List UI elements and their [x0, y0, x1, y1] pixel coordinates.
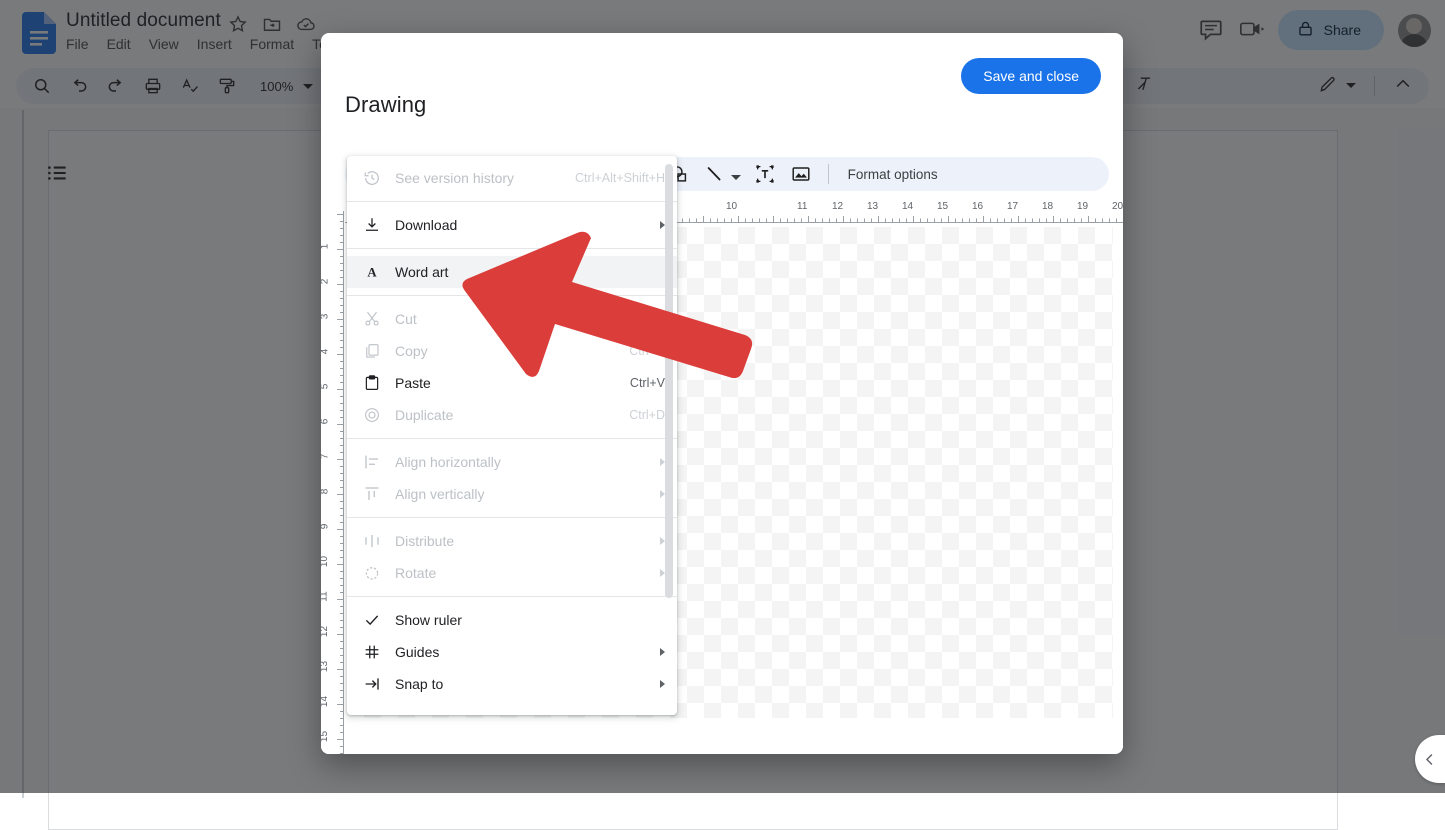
- ruler-tick-20: 20: [1112, 201, 1123, 212]
- vruler-tick-14: 14: [321, 696, 330, 707]
- history-icon: [363, 169, 381, 187]
- menu-item-label: Show ruler: [395, 612, 665, 628]
- submenu-arrow-icon: [660, 648, 665, 656]
- ruler-tick-13: 13: [867, 201, 878, 212]
- line-icon[interactable]: [704, 163, 726, 185]
- toolbar-divider-3: [828, 164, 829, 184]
- word-art-icon: A: [363, 263, 381, 281]
- vruler-tick-11: 11: [321, 591, 330, 601]
- menu-item-label: Copy: [395, 343, 615, 359]
- vruler-tick-3: 3: [321, 314, 330, 320]
- menu-scrollbar[interactable]: [665, 164, 673, 598]
- menu-item-label: Snap to: [395, 676, 648, 692]
- copy-icon: [363, 342, 381, 360]
- image-icon[interactable]: [790, 163, 812, 185]
- vruler-tick-2: 2: [321, 279, 330, 285]
- text-box-icon[interactable]: [754, 163, 776, 185]
- vruler-tick-13: 13: [321, 661, 330, 672]
- menu-item-label: Download: [395, 217, 648, 233]
- align-vertical-icon: [363, 485, 381, 503]
- menu-item-cut: Cut Ctrl+X: [347, 303, 677, 335]
- ruler-tick-18: 18: [1042, 201, 1053, 212]
- vruler-tick-9: 9: [321, 524, 330, 530]
- format-options-button[interactable]: Format options: [848, 167, 938, 182]
- menu-item-shortcut: Ctrl+Alt+Shift+H: [575, 171, 665, 185]
- menu-item-label: Align vertically: [395, 486, 648, 502]
- guides-icon: [363, 643, 381, 661]
- rotate-icon: [363, 564, 381, 582]
- menu-item-label: Rotate: [395, 565, 648, 581]
- vruler-tick-7: 7: [321, 454, 330, 460]
- align-horizontal-icon: [363, 453, 381, 471]
- vertical-ruler: 1 2 3 4 5 6 7 8 9 10 11 12 13 14 15: [321, 211, 345, 754]
- menu-item-show-ruler[interactable]: Show ruler: [347, 604, 677, 636]
- menu-separator: [347, 438, 677, 439]
- menu-separator: [347, 201, 677, 202]
- actions-menu-items: See version history Ctrl+Alt+Shift+H Downl…: [347, 156, 677, 715]
- ruler-tick-14: 14: [902, 201, 913, 212]
- download-icon: [363, 216, 381, 234]
- cut-icon: [363, 310, 381, 328]
- menu-item-shortcut: Ctrl+V: [630, 376, 665, 390]
- vruler-tick-1: 1: [321, 244, 330, 250]
- menu-item-see-version-history: See version history Ctrl+Alt+Shift+H: [347, 162, 677, 194]
- menu-item-distribute: Distribute: [347, 525, 677, 557]
- ruler-tick-17: 17: [1007, 201, 1018, 212]
- menu-separator: [347, 596, 677, 597]
- ruler-tick-16: 16: [972, 201, 983, 212]
- menu-item-paste[interactable]: Paste Ctrl+V: [347, 367, 677, 399]
- menu-separator: [347, 295, 677, 296]
- check-icon: [363, 611, 381, 629]
- menu-item-rotate: Rotate: [347, 557, 677, 589]
- menu-item-shortcut: Ctrl+X: [630, 312, 665, 326]
- menu-item-label: Duplicate: [395, 407, 615, 423]
- menu-item-word-art[interactable]: A Word art: [347, 256, 677, 288]
- menu-item-label: Word art: [395, 264, 665, 280]
- menu-item-label: Distribute: [395, 533, 648, 549]
- vruler-tick-15: 15: [321, 731, 330, 742]
- ruler-tick-12: 12: [832, 201, 843, 212]
- menu-item-label: Guides: [395, 644, 648, 660]
- vruler-tick-10: 10: [321, 556, 330, 567]
- menu-item-snap-to[interactable]: Snap to: [347, 668, 677, 700]
- menu-item-copy: Copy Ctrl+C: [347, 335, 677, 367]
- menu-item-duplicate: Duplicate Ctrl+D: [347, 399, 677, 431]
- submenu-arrow-icon: [660, 680, 665, 688]
- vruler-tick-8: 8: [321, 489, 330, 495]
- menu-item-align-vertically: Align vertically: [347, 478, 677, 510]
- snap-to-icon: [363, 675, 381, 693]
- ruler-tick-10: 10: [726, 201, 737, 212]
- ruler-tick-11: 11: [797, 201, 807, 212]
- menu-item-guides[interactable]: Guides: [347, 636, 677, 668]
- menu-item-shortcut: Ctrl+D: [629, 408, 665, 422]
- distribute-icon: [363, 532, 381, 550]
- menu-item-download[interactable]: Download: [347, 209, 677, 241]
- menu-item-label: Align horizontally: [395, 454, 648, 470]
- vruler-tick-4: 4: [321, 349, 330, 355]
- ruler-tick-19: 19: [1077, 201, 1088, 212]
- chevron-down-icon-line[interactable]: [731, 169, 741, 179]
- menu-item-label: Paste: [395, 375, 616, 391]
- duplicate-icon: [363, 406, 381, 424]
- actions-dropdown-menu: See version history Ctrl+Alt+Shift+H Downl…: [347, 156, 677, 715]
- menu-item-label: Cut: [395, 311, 616, 327]
- vruler-tick-5: 5: [321, 384, 330, 390]
- dialog-title: Drawing: [345, 92, 426, 118]
- save-and-close-button[interactable]: Save and close: [961, 58, 1101, 94]
- vruler-tick-12: 12: [321, 626, 330, 637]
- paste-icon: [363, 374, 381, 392]
- menu-item-align-horizontally: Align horizontally: [347, 446, 677, 478]
- menu-separator: [347, 517, 677, 518]
- vruler-tick-6: 6: [321, 419, 330, 425]
- ruler-tick-15: 15: [937, 201, 948, 212]
- menu-item-shortcut: Ctrl+C: [629, 344, 665, 358]
- svg-text:A: A: [367, 266, 377, 280]
- menu-item-label: See version history: [395, 170, 561, 186]
- menu-separator: [347, 248, 677, 249]
